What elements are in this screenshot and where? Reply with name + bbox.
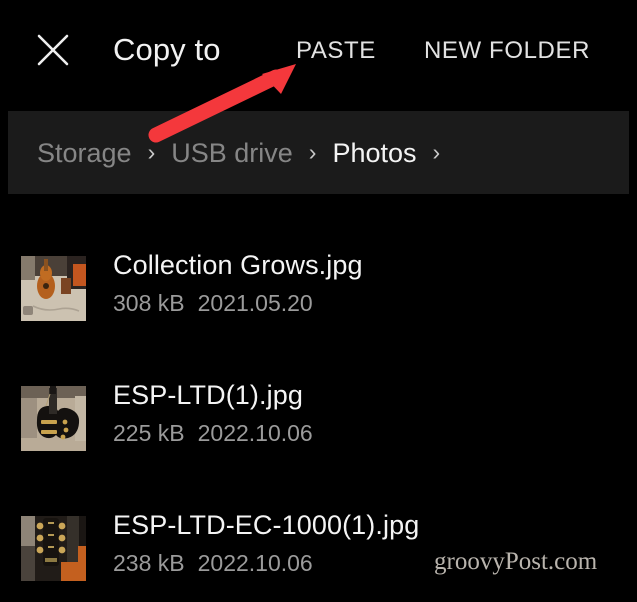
close-icon[interactable] bbox=[33, 30, 73, 70]
chevron-right-icon: › bbox=[147, 138, 156, 165]
file-name: Collection Grows.jpg bbox=[113, 250, 363, 280]
page-title: Copy to bbox=[113, 32, 221, 67]
breadcrumb-item-photos[interactable]: Photos bbox=[332, 136, 416, 170]
file-meta: 238 kB 2022.10.06 bbox=[113, 548, 313, 578]
file-meta: 225 kB 2022.10.06 bbox=[113, 418, 313, 448]
file-size: 238 kB bbox=[113, 550, 185, 576]
chevron-right-icon: › bbox=[308, 138, 317, 165]
breadcrumb-item-usb-drive[interactable]: USB drive bbox=[171, 136, 293, 170]
file-date: 2022.10.06 bbox=[197, 550, 313, 576]
file-size: 308 kB bbox=[113, 290, 185, 316]
file-date: 2022.10.06 bbox=[197, 420, 313, 446]
table-row[interactable]: Collection Grows.jpg 308 kB 2021.05.20 bbox=[0, 244, 637, 354]
acoustic-guitar-photo-thumbnail bbox=[21, 256, 86, 321]
app-bar: Copy to PASTE NEW FOLDER bbox=[0, 0, 637, 111]
copy-to-file-picker-screen: Copy to PASTE NEW FOLDER Storage › USB d… bbox=[0, 0, 637, 602]
file-meta: 308 kB 2021.05.20 bbox=[113, 288, 313, 318]
new-folder-button[interactable]: NEW FOLDER bbox=[424, 36, 590, 66]
file-date: 2021.05.20 bbox=[197, 290, 313, 316]
black-electric-guitar-photo-thumbnail bbox=[21, 386, 86, 451]
breadcrumb: Storage › USB drive › Photos › bbox=[8, 111, 629, 194]
paste-button[interactable]: PASTE bbox=[296, 36, 376, 66]
table-row[interactable]: ESP-LTD(1).jpg 225 kB 2022.10.06 bbox=[0, 374, 637, 484]
chevron-right-icon: › bbox=[432, 138, 441, 165]
guitar-headstock-photo-thumbnail bbox=[21, 516, 86, 581]
file-name: ESP-LTD-EC-1000(1).jpg bbox=[113, 510, 420, 540]
watermark: groovyPost.com bbox=[434, 548, 598, 575]
breadcrumb-item-storage[interactable]: Storage bbox=[37, 136, 132, 170]
file-name: ESP-LTD(1).jpg bbox=[113, 380, 303, 410]
file-size: 225 kB bbox=[113, 420, 185, 446]
file-list: Collection Grows.jpg 308 kB 2021.05.20 E… bbox=[0, 194, 637, 602]
